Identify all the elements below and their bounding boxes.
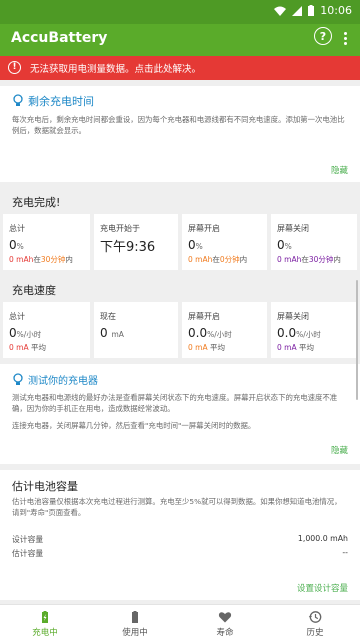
- app-title: AccuBattery: [11, 30, 108, 46]
- card-sub: 0 mAh在30分钟内: [277, 255, 341, 264]
- card-label: 充电开始于: [100, 224, 140, 233]
- card-value: 0%/小时: [9, 326, 42, 340]
- card-value: 0 mA: [100, 326, 124, 340]
- card-label: 总计: [9, 312, 25, 321]
- screen-on-card: 屏幕开启 0% 0 mAh在0分钟内: [182, 214, 267, 270]
- signal-icon: [292, 5, 303, 16]
- test-charger-title: 测试你的充电器: [28, 376, 98, 387]
- test-charger-text-2: 连接充电器，关闭屏幕几分钟，然后查看"充电时间"一屏幕关闭时的数据。: [12, 421, 256, 430]
- card-label: 总计: [9, 224, 25, 233]
- history-icon: [308, 611, 322, 623]
- design-capacity-label: 设计容量: [12, 535, 44, 544]
- scrollbar[interactable]: [356, 280, 358, 400]
- estimated-capacity-row: 估计容量 --: [12, 548, 348, 559]
- card-label: 屏幕开启: [188, 312, 220, 321]
- lightbulb-icon: [13, 94, 23, 106]
- speed-now-card: 现在 0 mA: [94, 302, 178, 358]
- card-value: 0.0%/小时: [188, 326, 232, 340]
- speed-screen-on-card: 屏幕开启 0.0%/小时 0 mA 平均: [182, 302, 267, 358]
- design-capacity-value: 1,000.0 mAh: [297, 534, 348, 543]
- card-sub: 0 mAh在30分钟内: [9, 255, 73, 264]
- test-charger-hide-link[interactable]: 隐藏: [331, 444, 348, 456]
- remaining-hide-link[interactable]: 隐藏: [331, 164, 348, 176]
- estimated-capacity-value: --: [342, 548, 348, 557]
- test-charger-card: 测试你的充电器 测试充电器和电源线的最好办法是查看屏幕关闭状态下的充电速度。屏幕…: [0, 364, 360, 464]
- nav-charging[interactable]: 充电中: [0, 605, 90, 641]
- card-sub: 0 mAh在0分钟内: [188, 255, 248, 264]
- remaining-time-card: 剩余充电时间 每次充电后，剩余充电时间都会重设，因为每个充电器和电源线都有不同充…: [0, 86, 360, 182]
- nav-discharging[interactable]: 使用中: [90, 605, 180, 641]
- design-capacity-row: 设计容量 1,000.0 mAh: [12, 534, 348, 545]
- card-value: 0%: [277, 238, 292, 252]
- nav-health[interactable]: 寿命: [180, 605, 270, 641]
- card-sub: 0 mA 平均: [277, 343, 314, 352]
- wifi-icon: [274, 6, 287, 16]
- lightbulb-icon: [13, 373, 23, 385]
- alert-icon: !: [8, 61, 21, 74]
- help-icon[interactable]: ?: [314, 27, 332, 45]
- heart-icon: [218, 612, 232, 623]
- charge-speed-title: 充电速度: [12, 284, 56, 297]
- speed-total-card: 总计 0%/小时 0 mA 平均: [3, 302, 90, 358]
- status-bar: 10:06: [0, 0, 360, 24]
- error-banner[interactable]: ! 无法获取用电测量数据。点击此处解决。: [0, 56, 360, 80]
- card-label: 屏幕关闭: [277, 224, 309, 233]
- nav-history[interactable]: 历史: [270, 605, 360, 641]
- charge-done-title: 充电完成!: [12, 196, 61, 209]
- card-value: 下午9:36: [100, 240, 156, 255]
- card-label: 屏幕开启: [188, 224, 220, 233]
- battery-status-icon: [308, 5, 315, 16]
- capacity-card: 估计电池容量 估计电池容量仅根据本次充电过程进行测算。充电至少5%就可以得到数据…: [0, 470, 360, 600]
- nav-label: 使用中: [122, 628, 148, 638]
- nav-label: 历史: [306, 628, 324, 638]
- card-label: 现在: [100, 312, 116, 321]
- remaining-time-text: 每次充电后，剩余充电时间都会重设，因为每个充电器和电源线都有不同充电速度。添加第…: [12, 115, 345, 135]
- capacity-text: 估计电池容量仅根据本次充电过程进行测算。充电至少5%就可以得到数据。如果你想知道…: [12, 497, 342, 517]
- nav-label: 寿命: [216, 628, 234, 638]
- card-value: 0%: [188, 238, 203, 252]
- card-label: 屏幕关闭: [277, 312, 309, 321]
- card-sub: 0 mA 平均: [9, 343, 46, 352]
- set-design-capacity-link[interactable]: 设置设计容量: [297, 582, 348, 594]
- more-options-icon[interactable]: [340, 30, 350, 48]
- nav-label: 充电中: [32, 628, 58, 638]
- battery-charging-icon: [42, 611, 48, 623]
- card-value: 0%: [9, 238, 24, 252]
- card-sub: 0 mA 平均: [188, 343, 225, 352]
- status-time: 10:06: [320, 4, 352, 17]
- capacity-title: 估计电池容量: [12, 480, 78, 493]
- charge-total-card: 总计 0% 0 mAh在30分钟内: [3, 214, 90, 270]
- remaining-time-title: 剩余充电时间: [28, 95, 94, 108]
- error-text[interactable]: 无法获取用电测量数据。点击此处解决。: [30, 61, 201, 75]
- screen-off-card: 屏幕关闭 0% 0 mAh在30分钟内: [271, 214, 357, 270]
- speed-screen-off-card: 屏幕关闭 0.0%/小时 0 mA 平均: [271, 302, 357, 358]
- charge-start-card: 充电开始于 下午9:36: [94, 214, 178, 270]
- app-bar: AccuBattery ?: [0, 24, 360, 56]
- test-charger-text: 测试充电器和电源线的最好办法是查看屏幕关闭状态下的充电速度。屏幕开启状态下的充电…: [12, 393, 338, 413]
- bottom-navigation: 充电中 使用中 寿命 历史: [0, 604, 360, 641]
- card-value: 0.0%/小时: [277, 326, 321, 340]
- battery-icon: [132, 611, 138, 623]
- estimated-capacity-label: 估计容量: [12, 549, 44, 558]
